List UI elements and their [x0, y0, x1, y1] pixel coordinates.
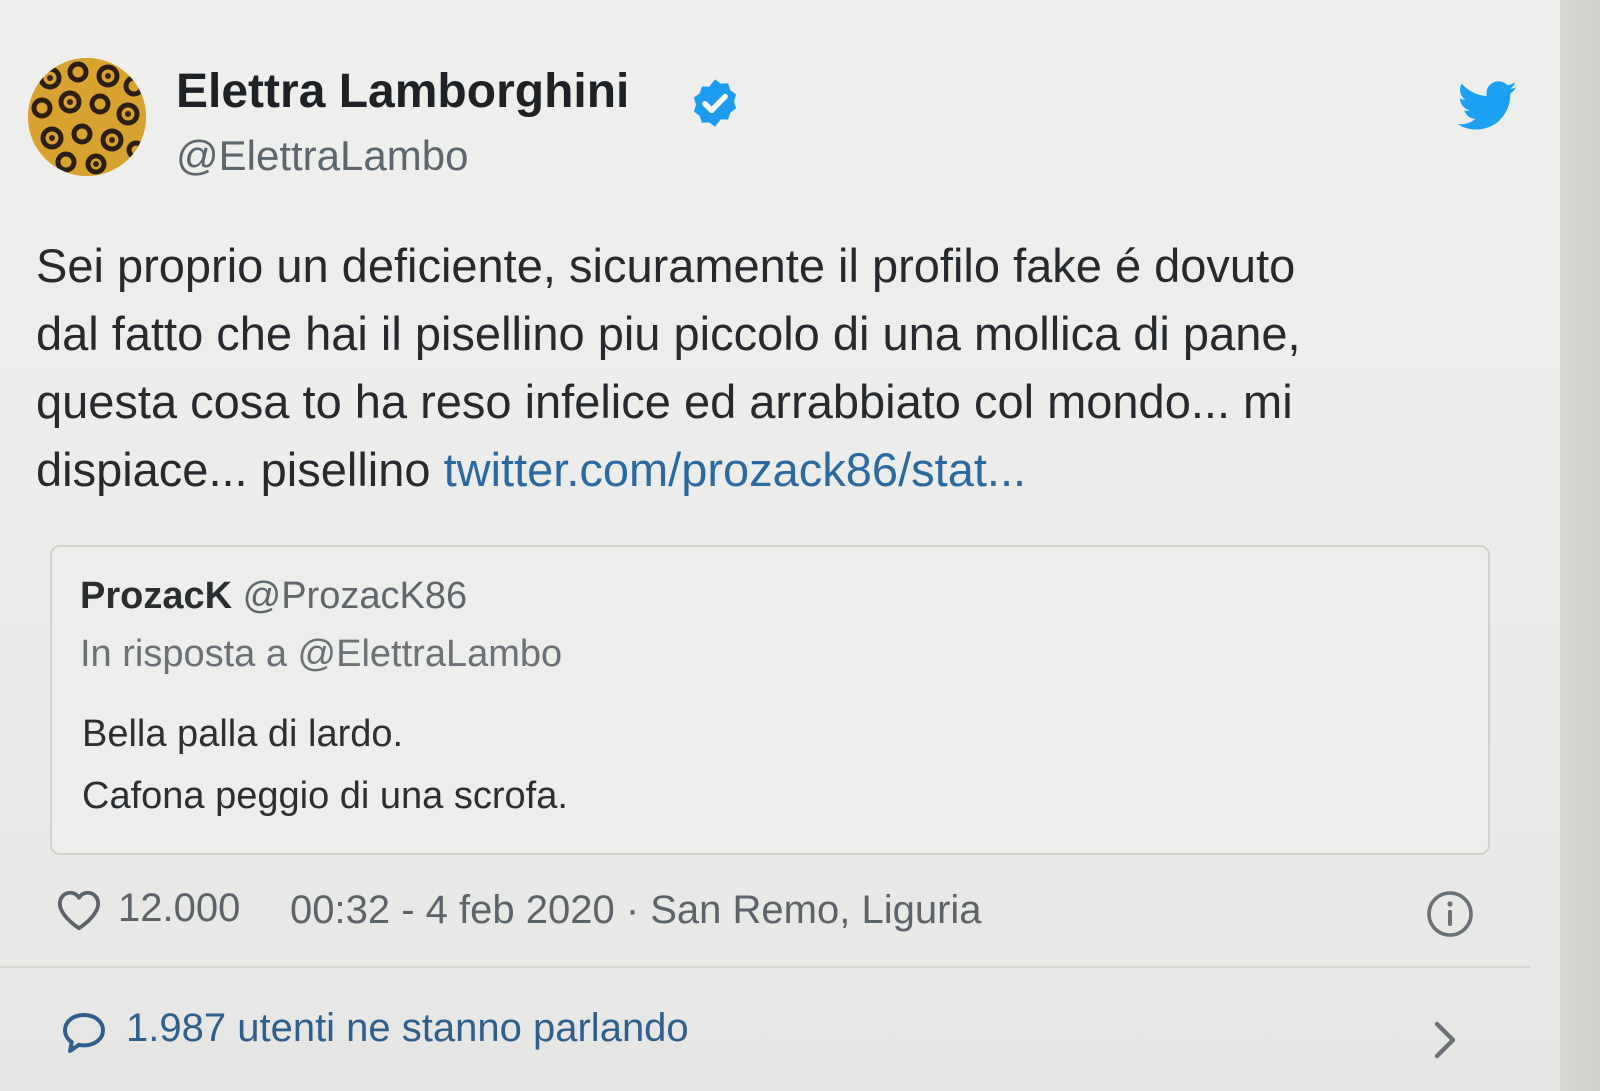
leopard-print-avatar-icon [28, 58, 146, 176]
tweet-text-line: questa cosa to ha reso infelice ed arrab… [36, 375, 1293, 428]
speech-bubble-icon [63, 1013, 105, 1053]
tweet-meta-row: 12.000 00:32 - 4 feb 2020 · San Remo, Li… [56, 884, 1496, 944]
reply-context: In risposta a @ElettraLambo [80, 633, 563, 675]
tweet-timestamp[interactable]: 00:32 - 4 feb 2020 · San Remo, Liguria [290, 888, 982, 933]
tweet-text-line: Sei proprio un deficiente, sicuramente i… [36, 239, 1296, 292]
like-count[interactable]: 12.000 [118, 886, 240, 931]
tweet-text-line: dispiace... pisellino twitter.com/prozac… [36, 436, 1476, 504]
author-handle[interactable]: @ElettraLambo [176, 132, 468, 180]
tweet-text: Sei proprio un deficiente, sicuramente i… [36, 232, 1476, 504]
heart-icon[interactable] [56, 888, 102, 932]
conversation-row[interactable]: 1.987 utenti ne stanno parlando [60, 1004, 1480, 1064]
quoted-tweet[interactable]: ProzacK @ProzacK86 In risposta a @Elettr… [50, 545, 1490, 855]
quoted-author-name[interactable]: ProzacK [80, 575, 232, 617]
info-icon[interactable] [1426, 890, 1474, 938]
divider [0, 966, 1530, 968]
quoted-tweet-link[interactable]: twitter.com/prozack86/stat... [444, 443, 1027, 496]
embedded-tweet-card: Elettra Lamborghini @ElettraLambo Sei pr… [0, 0, 1560, 1091]
author-avatar[interactable] [28, 58, 146, 176]
quoted-author-handle[interactable]: @ProzacK86 [243, 575, 467, 617]
twitter-bird-icon[interactable] [1458, 80, 1518, 132]
quoted-tweet-text: Bella palla di lardo. Cafona peggio di u… [82, 703, 568, 827]
screen-edge [1560, 0, 1600, 1091]
quoted-tweet-line: Bella palla di lardo. [82, 713, 404, 755]
chevron-right-icon[interactable] [1430, 1020, 1460, 1060]
author-name[interactable]: Elettra Lamborghini [176, 64, 629, 119]
quoted-tweet-line: Cafona peggio di una scrofa. [82, 775, 568, 817]
verified-badge-icon [693, 79, 737, 127]
conversation-count-text[interactable]: 1.987 utenti ne stanno parlando [126, 1006, 689, 1051]
tweet-text-line: dal fatto che hai il pisellino piu picco… [36, 307, 1301, 360]
tweet-text-line-end: dispiace... pisellino [36, 443, 444, 496]
quoted-tweet-author: ProzacK @ProzacK86 [80, 575, 467, 618]
